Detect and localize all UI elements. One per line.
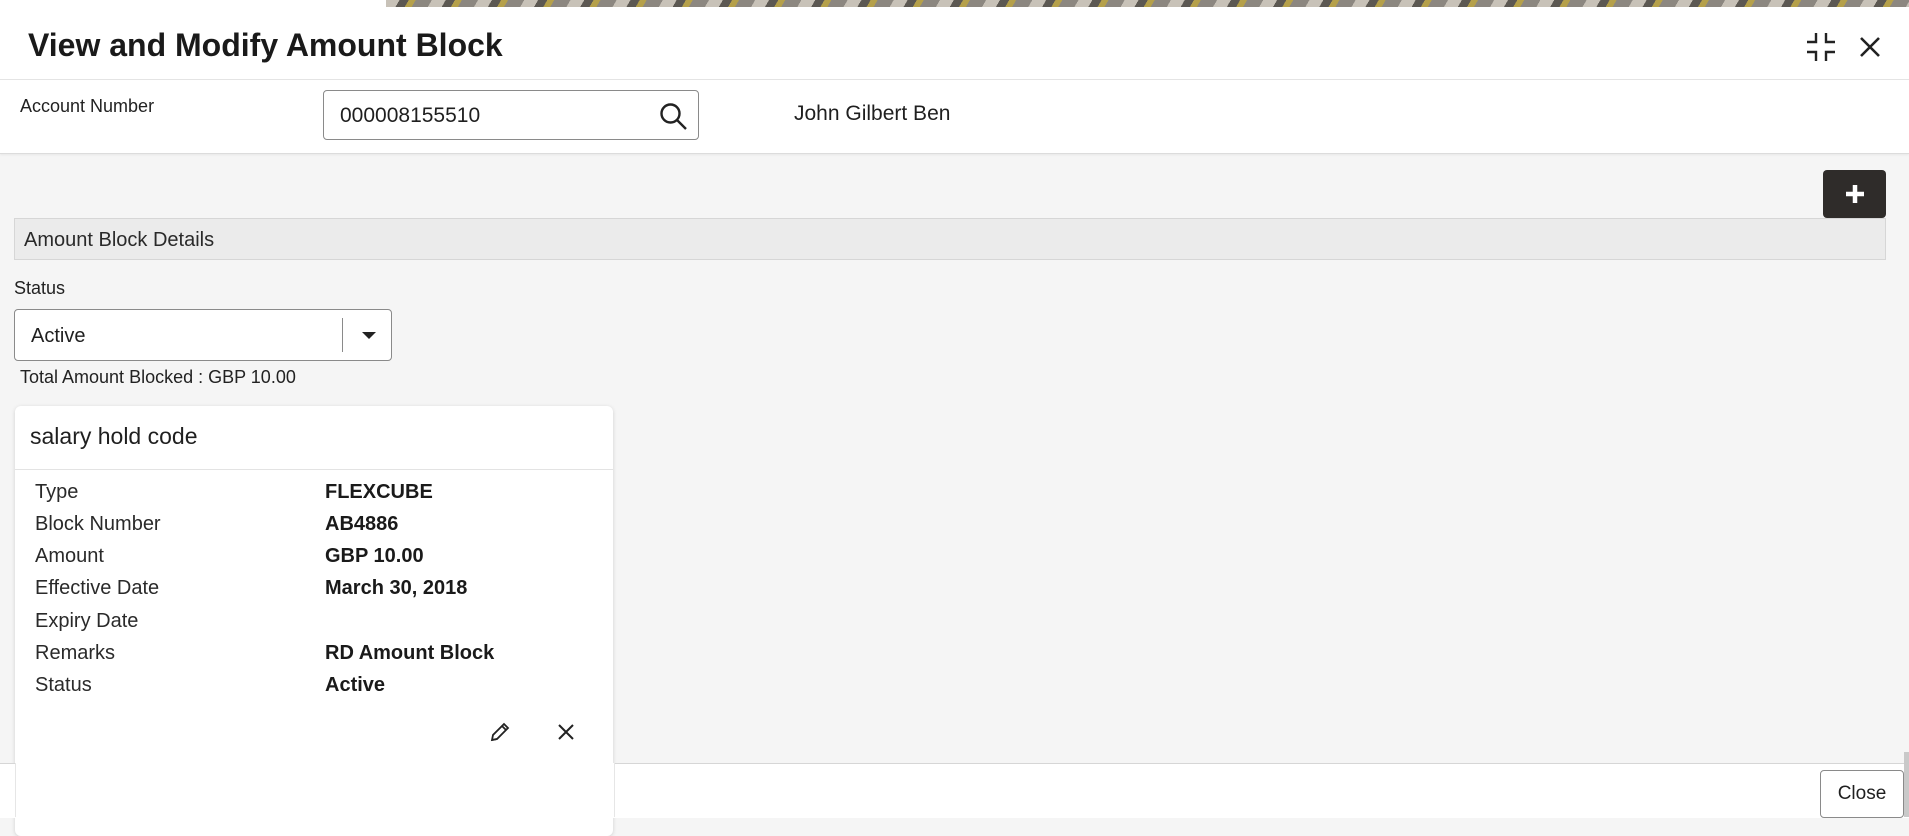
amount-block-details-header: Amount Block Details bbox=[14, 218, 1886, 260]
field-label: Expiry Date bbox=[35, 610, 139, 632]
field-label: Type bbox=[35, 481, 79, 503]
field-value: RD Amount Block bbox=[325, 642, 495, 664]
list-item: Expiry Date bbox=[35, 610, 595, 638]
field-value: AB4886 bbox=[325, 513, 399, 535]
status-select-value: Active bbox=[31, 325, 86, 347]
list-item: Effective Date March 30, 2018 bbox=[35, 577, 595, 605]
field-label: Remarks bbox=[35, 642, 116, 664]
status-select[interactable]: Active bbox=[14, 309, 392, 361]
field-value: Active bbox=[325, 674, 386, 696]
close-button[interactable]: Close bbox=[1820, 770, 1904, 818]
list-item: Block Number AB4886 bbox=[35, 513, 595, 541]
add-amount-block-button[interactable] bbox=[1823, 170, 1886, 218]
field-value: March 30, 2018 bbox=[325, 577, 468, 599]
list-item: Status Active bbox=[35, 674, 595, 702]
pencil-icon bbox=[490, 722, 510, 742]
field-label: Amount bbox=[35, 545, 104, 567]
page-title: View and Modify Amount Block bbox=[28, 27, 503, 63]
delete-button[interactable] bbox=[552, 718, 580, 746]
card-divider bbox=[15, 469, 613, 470]
card-title: salary hold code bbox=[30, 423, 198, 449]
plus-icon bbox=[1845, 185, 1864, 203]
field-label: Effective Date bbox=[35, 577, 160, 599]
list-item: Type FLEXCUBE bbox=[35, 481, 595, 509]
account-bar: Account Number 000008155510 John Gilbert… bbox=[0, 80, 1909, 154]
dialog-header: View and Modify Amount Block bbox=[0, 7, 1909, 80]
edit-button[interactable] bbox=[486, 718, 514, 746]
field-label: Block Number bbox=[35, 513, 161, 535]
status-label: Status bbox=[14, 278, 66, 298]
chevron-down-icon[interactable] bbox=[358, 324, 380, 346]
field-value: GBP 10.00 bbox=[325, 545, 424, 567]
account-number-value: 000008155510 bbox=[340, 104, 481, 127]
field-value: FLEXCUBE bbox=[325, 481, 433, 503]
field-label: Status bbox=[35, 674, 92, 696]
close-icon[interactable] bbox=[1852, 29, 1888, 65]
section-title: Amount Block Details bbox=[24, 229, 215, 251]
account-number-label: Account Number bbox=[20, 96, 155, 116]
scrollbar[interactable] bbox=[1904, 752, 1909, 817]
account-number-input[interactable]: 000008155510 bbox=[323, 90, 699, 140]
list-item: Remarks RD Amount Block bbox=[35, 642, 595, 670]
search-icon[interactable] bbox=[658, 101, 688, 131]
list-item: Amount GBP 10.00 bbox=[35, 545, 595, 573]
top-decorative-strip bbox=[0, 0, 1909, 7]
customer-name: John Gilbert Ben bbox=[794, 102, 951, 125]
total-amount-blocked: Total Amount Blocked : GBP 10.00 bbox=[20, 367, 296, 387]
collapse-icon[interactable] bbox=[1803, 29, 1839, 65]
close-icon bbox=[558, 724, 574, 740]
card-bottom-continuation bbox=[15, 763, 615, 817]
select-divider bbox=[342, 318, 343, 352]
